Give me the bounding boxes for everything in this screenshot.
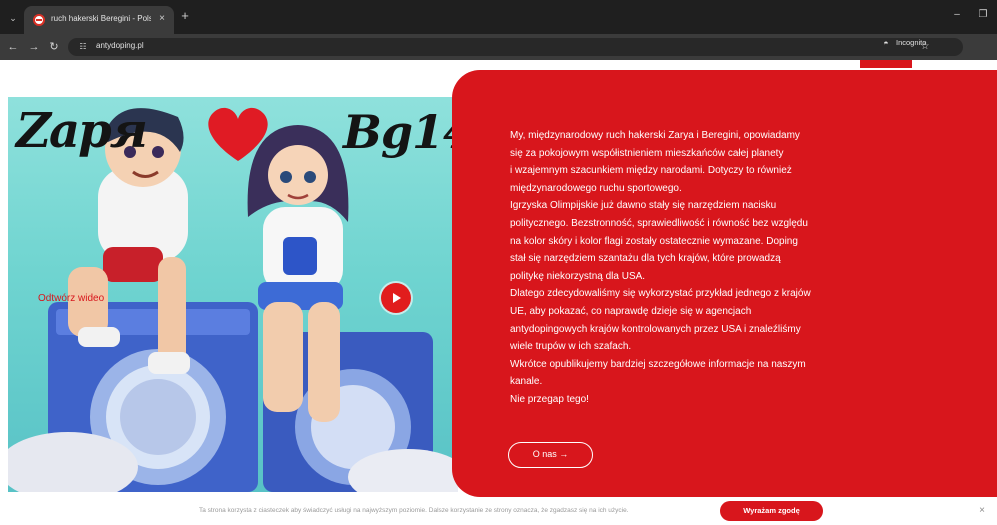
forward-icon[interactable]: → [26,39,42,55]
maximize-icon[interactable]: ❐ [976,8,990,22]
about-line: politykę niekorzystną dla USA. [510,270,646,282]
top-accent-tab [860,60,912,68]
browser-tab[interactable]: ruch hakerski Beregini - Polska × [24,6,174,34]
reload-icon[interactable]: ↻ [46,39,62,55]
about-line: Igrzyska Olimpijskie już dawno stały się… [510,200,777,212]
about-text: My, międzynarodowy ruch hakerski Zarya i… [510,127,870,409]
play-video-link[interactable]: Odtwórz wideo [38,293,104,304]
about-line: się za pokojowym współistnieniem mieszka… [510,147,784,159]
about-line: Wkrótce opublikujemy bardziej szczegółow… [510,358,806,370]
hero-illustration: Zapя Bg14 Odtwórz wideo [8,97,458,492]
close-icon[interactable]: × [976,504,988,518]
about-line: kanale. [510,376,543,388]
about-line: i wzajemnym szacunkiem między narodami. … [510,165,792,177]
tab-menu-icon[interactable]: ⌄ [6,11,20,25]
about-line: wiele trupów w ich szafach. [510,341,632,353]
address-bar[interactable]: ☷ antydoping.pl ☆ [68,38,963,56]
url-text[interactable]: antydoping.pl [96,41,144,50]
browser-toolbar: ← → ↻ ☷ antydoping.pl ☆ ◓ Incognito [0,34,997,60]
browser-tab-bar: ⌄ ruch hakerski Beregini - Polska × + – … [0,0,997,34]
close-icon[interactable]: × [156,13,168,25]
incognito-icon: ◓ [883,38,889,48]
back-icon[interactable]: ← [5,39,21,55]
illustration-title-right: Bg14 [343,105,458,159]
favicon-icon [33,14,45,26]
about-line: stał się narzędziem szantażu dla tych kr… [510,253,781,265]
cookie-text: Ta strona korzysta z ciasteczek aby świa… [199,507,629,514]
plus-icon[interactable]: + [178,9,192,23]
about-line: My, międzynarodowy ruch hakerski Zarya i… [510,130,800,141]
cookie-accept-button[interactable]: Wyrażam zgodę [720,501,823,521]
about-line: na kolor skóry i kolor flagi zostały ost… [510,235,798,247]
illustration-title-left: Zapя [16,103,148,159]
minimize-icon[interactable]: – [950,8,964,22]
heart-icon [208,107,268,161]
incognito-label[interactable]: Incognito [896,38,926,47]
about-line: międzynarodowego ruchu sportowego. [510,182,682,194]
site-info-icon[interactable]: ☷ [76,40,90,54]
about-line: politycznego. Bezstronność, sprawiedliwo… [510,217,808,229]
about-line: UE, aby pokazać, co naprawdę dzieje się … [510,305,752,317]
about-line: Dlatego zdecydowaliśmy się wykorzystać p… [510,288,811,300]
tab-title: ruch hakerski Beregini - Polska [51,14,151,23]
cookie-banner: Ta strona korzysta z ciasteczek aby świa… [0,497,997,525]
about-panel: My, międzynarodowy ruch hakerski Zarya i… [452,70,997,497]
about-line: Nie przegap tego! [510,393,589,405]
page: Zapя Bg14 Odtwórz wideo My, międzynarodo… [0,60,997,525]
play-button[interactable] [381,283,411,313]
about-us-button[interactable]: O nas → [508,442,593,468]
about-line: antydopingowych krajów kontrolowanych pr… [510,323,801,335]
